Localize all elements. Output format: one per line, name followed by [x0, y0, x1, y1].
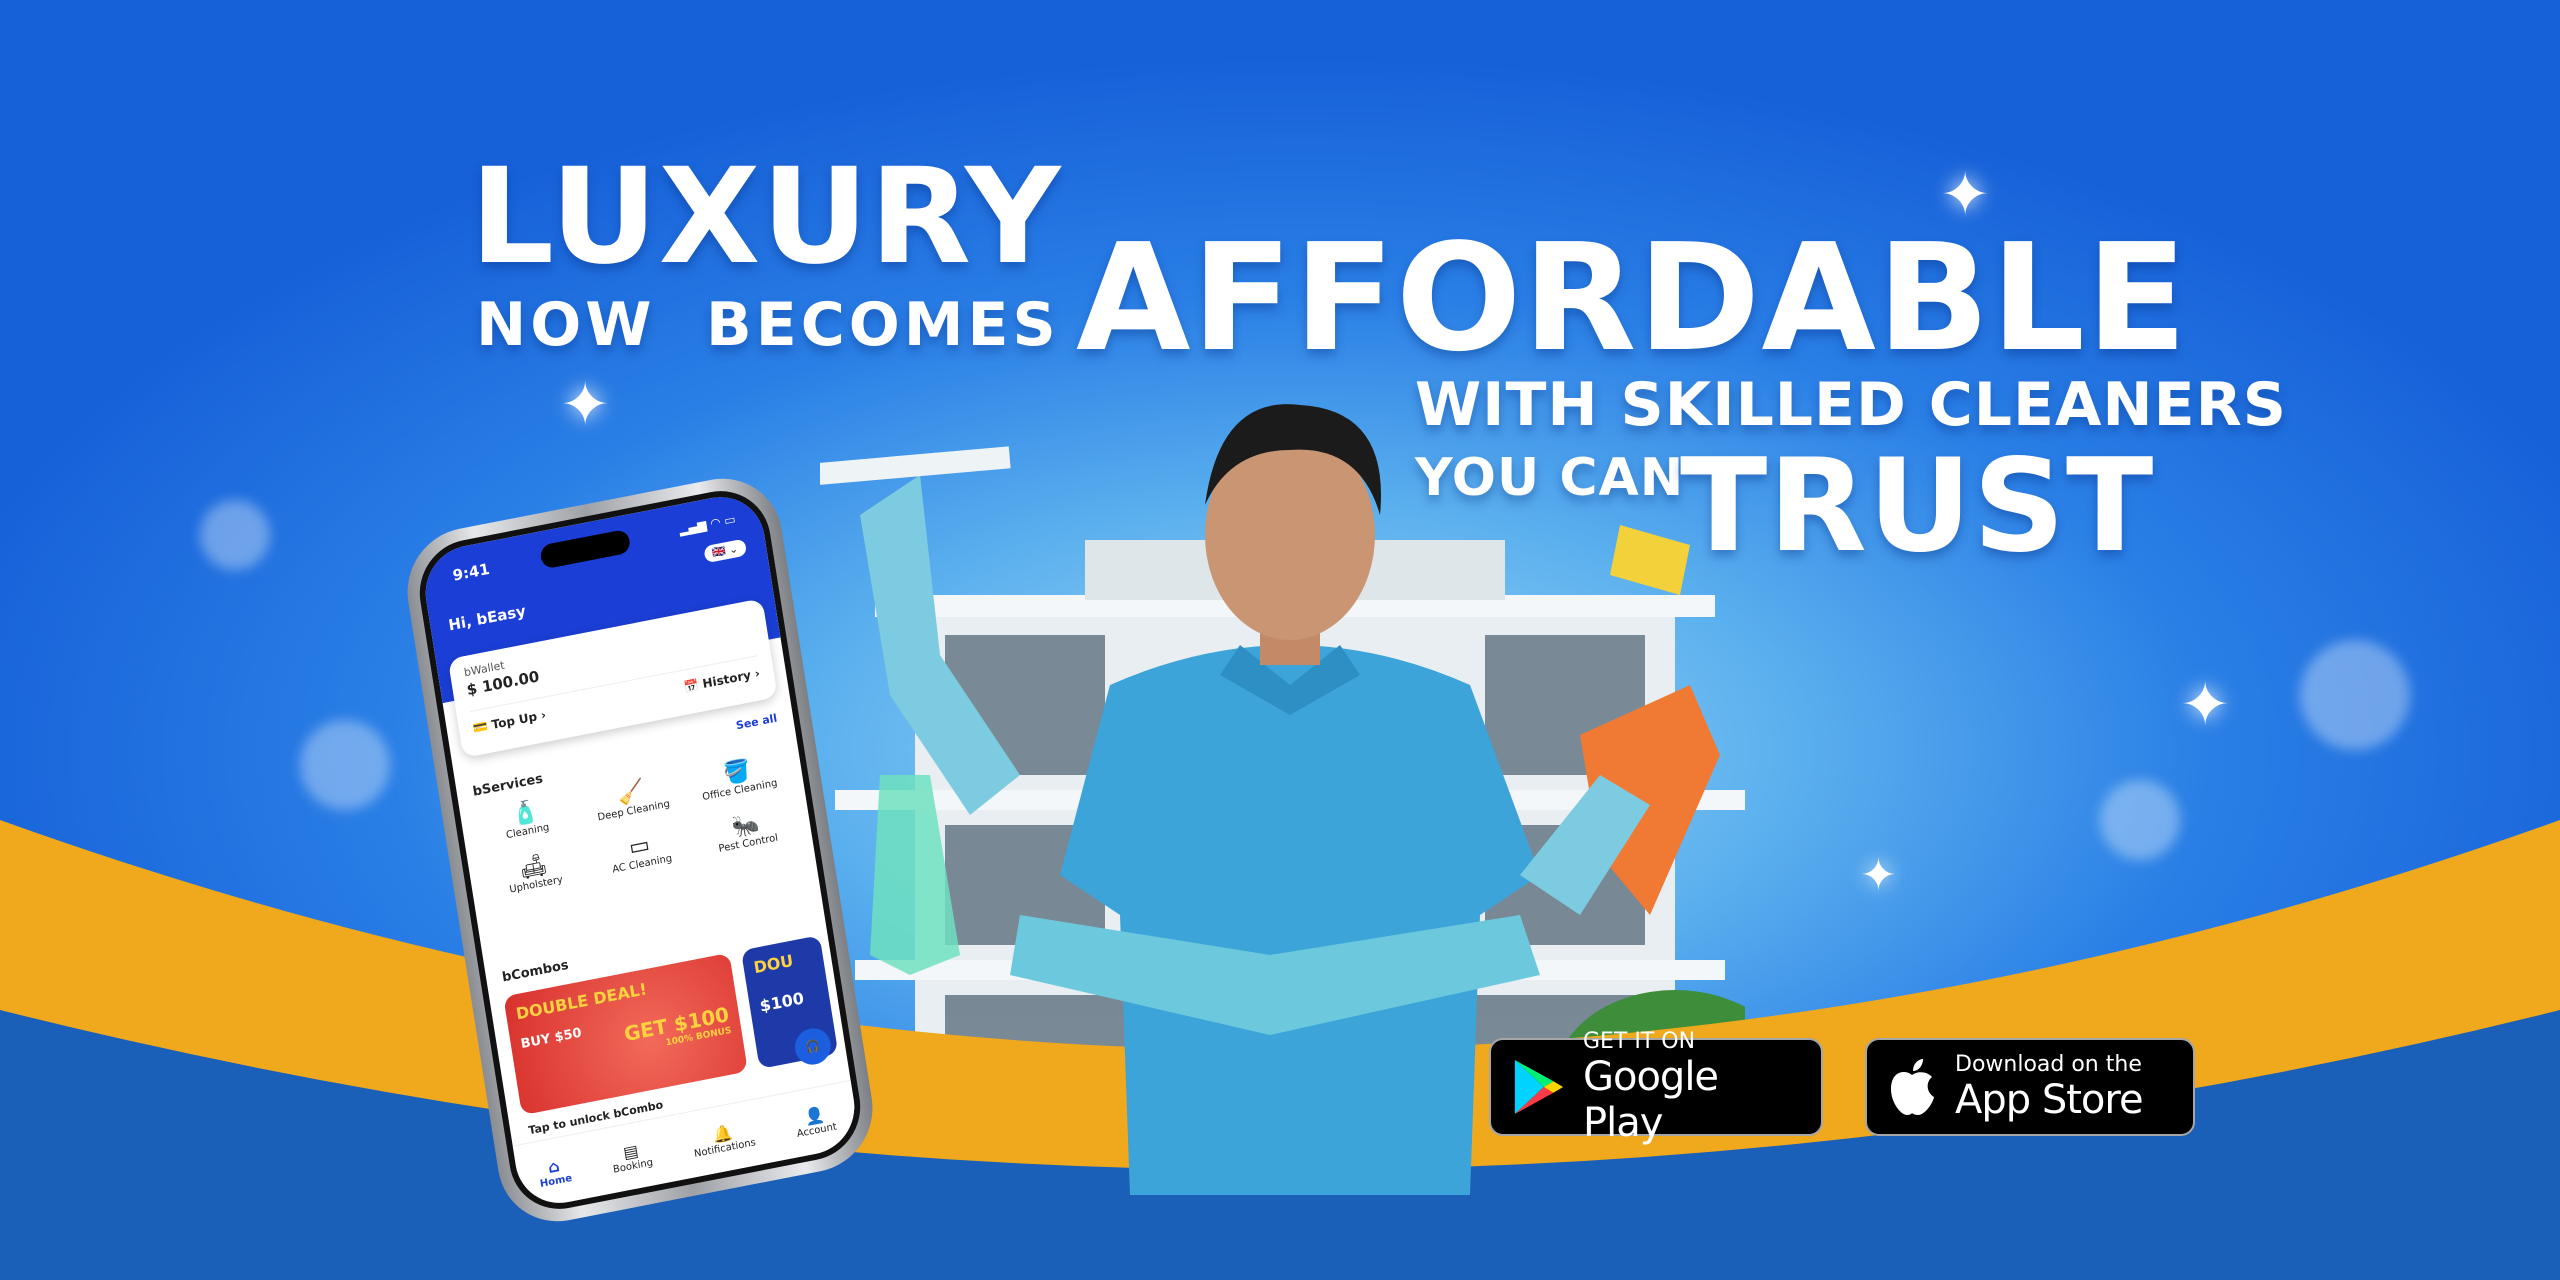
greeting: Hi, bEasy — [447, 601, 527, 635]
nav-notifications[interactable]: 🔔 Notifications — [690, 1118, 756, 1160]
top-up-label: Top Up — [490, 709, 538, 732]
combo2-value: $100 — [758, 988, 806, 1016]
headline-now: NOW — [476, 290, 656, 360]
history-button[interactable]: 📅 History › — [683, 666, 761, 695]
google-play-big: Google Play — [1582, 1053, 1719, 1146]
signal-wifi-battery-icon: ▂▄▆ ◠ ▭ — [678, 511, 737, 537]
combos-title: bCombos — [501, 957, 570, 986]
sparkle-icon: ✦ — [1860, 850, 1897, 901]
service-pest-control[interactable]: 🐜 Pest Control — [691, 803, 803, 859]
app-store-button[interactable]: Download on the App Store — [1865, 1038, 2195, 1136]
headline-luxury: LUXURY — [470, 140, 1062, 294]
google-play-icon — [1514, 1060, 1564, 1114]
service-ac-cleaning[interactable]: ▭ AC Cleaning — [584, 824, 696, 880]
app-store-big: App Store — [1955, 1076, 2144, 1123]
sparkle-icon: ✦ — [2180, 670, 2231, 740]
card-icon: 💳 — [471, 718, 493, 736]
service-cleaning[interactable]: 🧴 Cleaning — [470, 791, 582, 847]
headline-affordable: AFFORDABLE — [1076, 212, 2189, 384]
dynamic-island — [539, 528, 632, 570]
combo2-title: DOU — [752, 950, 795, 978]
services-title: bServices — [471, 771, 544, 800]
history-label: History — [701, 667, 752, 692]
apple-icon — [1891, 1059, 1934, 1115]
app-store-small: Download on the — [1955, 1051, 2142, 1077]
service-upholstery[interactable]: 🛋 Upholstery — [478, 845, 590, 901]
service-office-cleaning[interactable]: 🪣 Office Cleaning — [682, 750, 794, 806]
headline-trust: TRUST — [1680, 432, 2155, 581]
status-time: 9:41 — [451, 559, 491, 585]
sparkle-icon: ✦ — [560, 370, 611, 440]
calendar-icon: 📅 — [682, 677, 704, 695]
nav-account[interactable]: 👤 Account — [793, 1102, 837, 1139]
headline-skilled-cleaners: WITH SKILLED CLEANERS — [1415, 370, 2288, 440]
service-deep-cleaning[interactable]: 🧹 Deep Cleaning — [576, 771, 688, 827]
headline-becomes: BECOMES — [706, 290, 1060, 360]
top-up-button[interactable]: 💳 Top Up › — [472, 708, 547, 736]
nav-booking[interactable]: ▤ Booking — [609, 1138, 653, 1175]
google-play-small: GET IT ON — [1582, 1028, 1696, 1054]
google-play-button[interactable]: GET IT ON Google Play — [1489, 1029, 1823, 1146]
language-selector[interactable]: 🇬🇧 ⌄ — [702, 538, 748, 564]
headline-you-can: YOU CAN — [1415, 448, 1685, 508]
see-all-link[interactable]: See all — [735, 712, 778, 733]
nav-home[interactable]: ⌂ Home — [536, 1154, 573, 1190]
